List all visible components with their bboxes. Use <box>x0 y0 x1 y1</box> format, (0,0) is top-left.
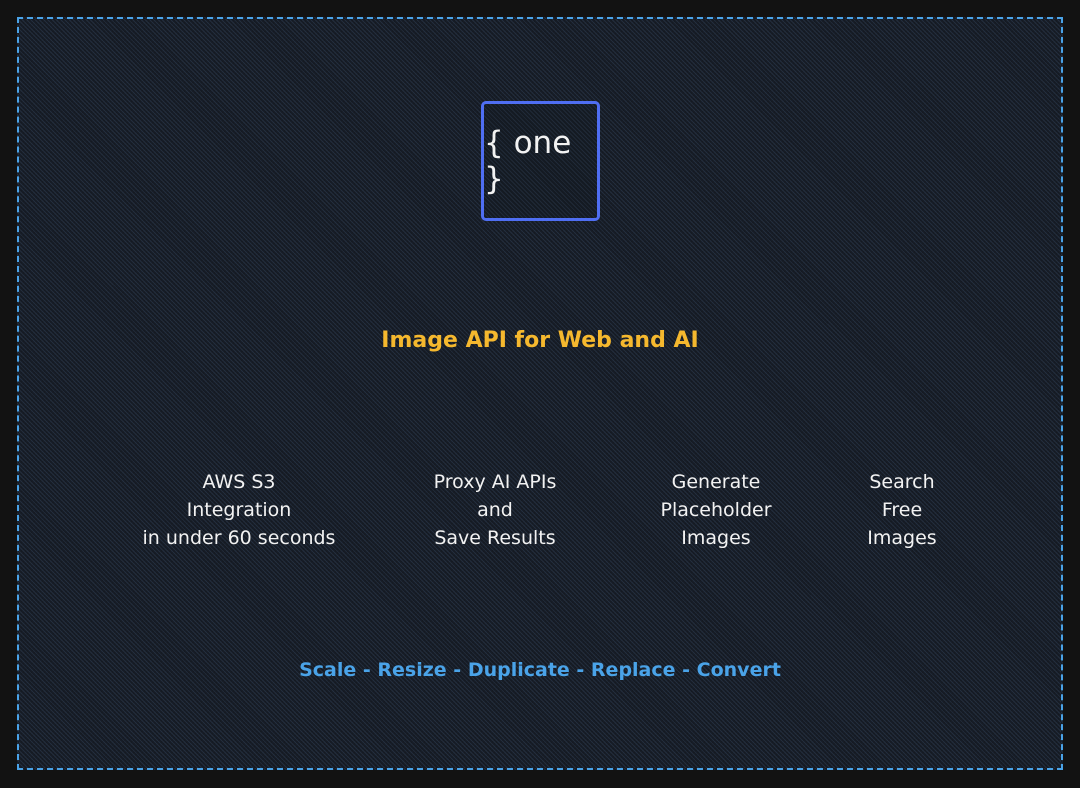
feature-line: and <box>477 499 513 521</box>
feature-line: Proxy AI APIs <box>433 471 557 493</box>
logo-text: { one } <box>484 125 572 197</box>
action-resize: Resize <box>377 659 447 681</box>
feature-line: Search <box>869 471 935 493</box>
separator: - <box>356 659 378 681</box>
tagline: Image API for Web and AI <box>381 328 699 353</box>
feature-line: Free <box>881 499 923 521</box>
separator: - <box>446 659 468 681</box>
feature-line: Placeholder <box>660 499 772 521</box>
feature-search-free-images: Search Free Images <box>867 468 936 552</box>
action-replace: Replace <box>590 659 676 681</box>
feature-line: Integration <box>186 499 292 521</box>
feature-proxy-ai: Proxy AI APIs and Save Results <box>434 468 557 552</box>
feature-line: AWS S3 <box>202 471 276 493</box>
feature-line: in under 60 seconds <box>142 527 336 549</box>
separator: - <box>569 659 591 681</box>
action-scale: Scale <box>299 659 357 681</box>
feature-aws-s3: AWS S3 Integration in under 60 seconds <box>143 468 336 552</box>
feature-line: Images <box>867 527 937 549</box>
feature-placeholder-images: Generate Placeholder Images <box>660 468 771 552</box>
actions-list: Scale - Resize - Duplicate - Replace - C… <box>0 659 1080 681</box>
action-duplicate: Duplicate <box>467 659 570 681</box>
action-convert: Convert <box>696 659 781 681</box>
one-logo: { one } <box>481 101 600 221</box>
feature-line: Images <box>681 527 751 549</box>
feature-line: Generate <box>671 471 761 493</box>
feature-line: Save Results <box>434 527 556 549</box>
separator: - <box>675 659 697 681</box>
